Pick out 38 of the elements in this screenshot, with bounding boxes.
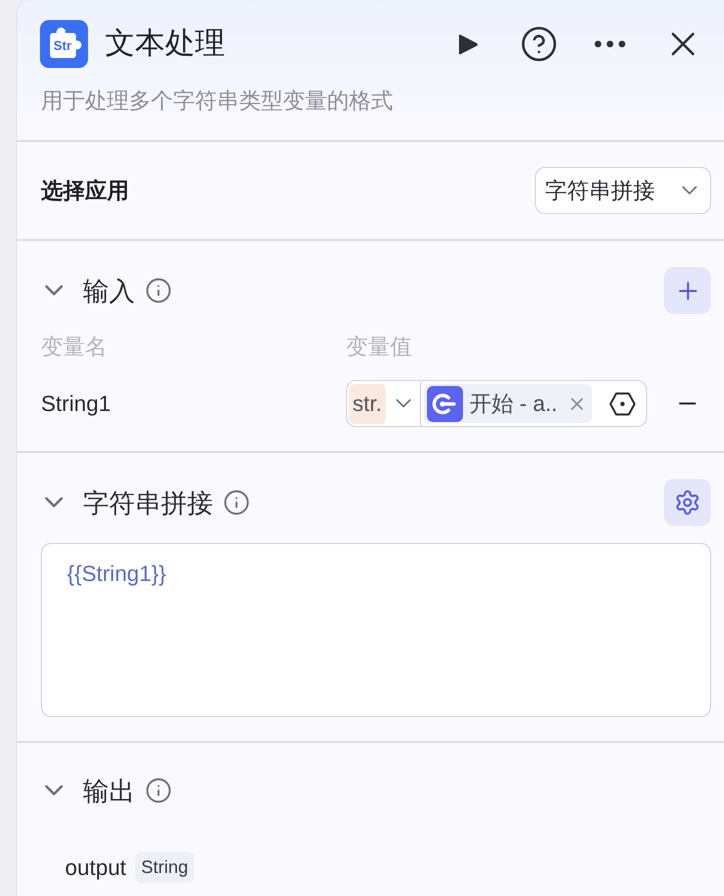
variable-name: String1 [41, 390, 111, 416]
section-label: 选择应用 [41, 176, 129, 204]
panel-description: 用于处理多个字符串类型变量的格式 [41, 88, 393, 113]
template-field[interactable]: {{String1}} [41, 543, 711, 717]
type-tag[interactable]: str. [348, 384, 386, 424]
column-header: 变量值 [346, 334, 412, 359]
more-icon[interactable] [594, 40, 626, 48]
info-icon[interactable] [223, 489, 250, 516]
section-title: 输入 [83, 274, 135, 308]
chevron-down-icon[interactable] [45, 285, 63, 296]
chevron-down-icon [396, 399, 411, 408]
settings-icon [674, 489, 701, 516]
column-header: 变量名 [41, 334, 107, 359]
panel-title: 文本处理 [105, 26, 225, 62]
info-icon[interactable] [145, 277, 172, 304]
plus-icon [678, 282, 696, 300]
type-badge: String [135, 852, 194, 883]
hexagon-icon[interactable] [609, 392, 636, 416]
app-select[interactable]: 字符串拼接 [535, 167, 711, 214]
reference-label: 开始 - a.. [469, 390, 558, 418]
help-icon[interactable] [520, 25, 558, 63]
play-icon[interactable] [457, 32, 479, 56]
puzzle-icon: Str [40, 20, 88, 68]
info-icon[interactable] [145, 777, 172, 804]
chevron-down-icon[interactable] [45, 785, 63, 796]
output-name: output [65, 854, 126, 882]
node-icon [427, 386, 464, 422]
add-button[interactable] [664, 267, 711, 314]
clear-icon[interactable] [571, 398, 584, 410]
close-icon[interactable] [671, 32, 695, 56]
section-title: 输出 [83, 774, 135, 808]
reference-chip[interactable]: 开始 - a.. [424, 384, 592, 423]
minus-icon [679, 402, 696, 405]
variable-value-field[interactable]: str. 开始 - a.. [346, 380, 648, 427]
section-title: 字符串拼接 [83, 486, 213, 520]
chevron-down-icon [682, 186, 697, 195]
settings-button[interactable] [664, 479, 711, 526]
chevron-down-icon[interactable] [45, 497, 63, 508]
